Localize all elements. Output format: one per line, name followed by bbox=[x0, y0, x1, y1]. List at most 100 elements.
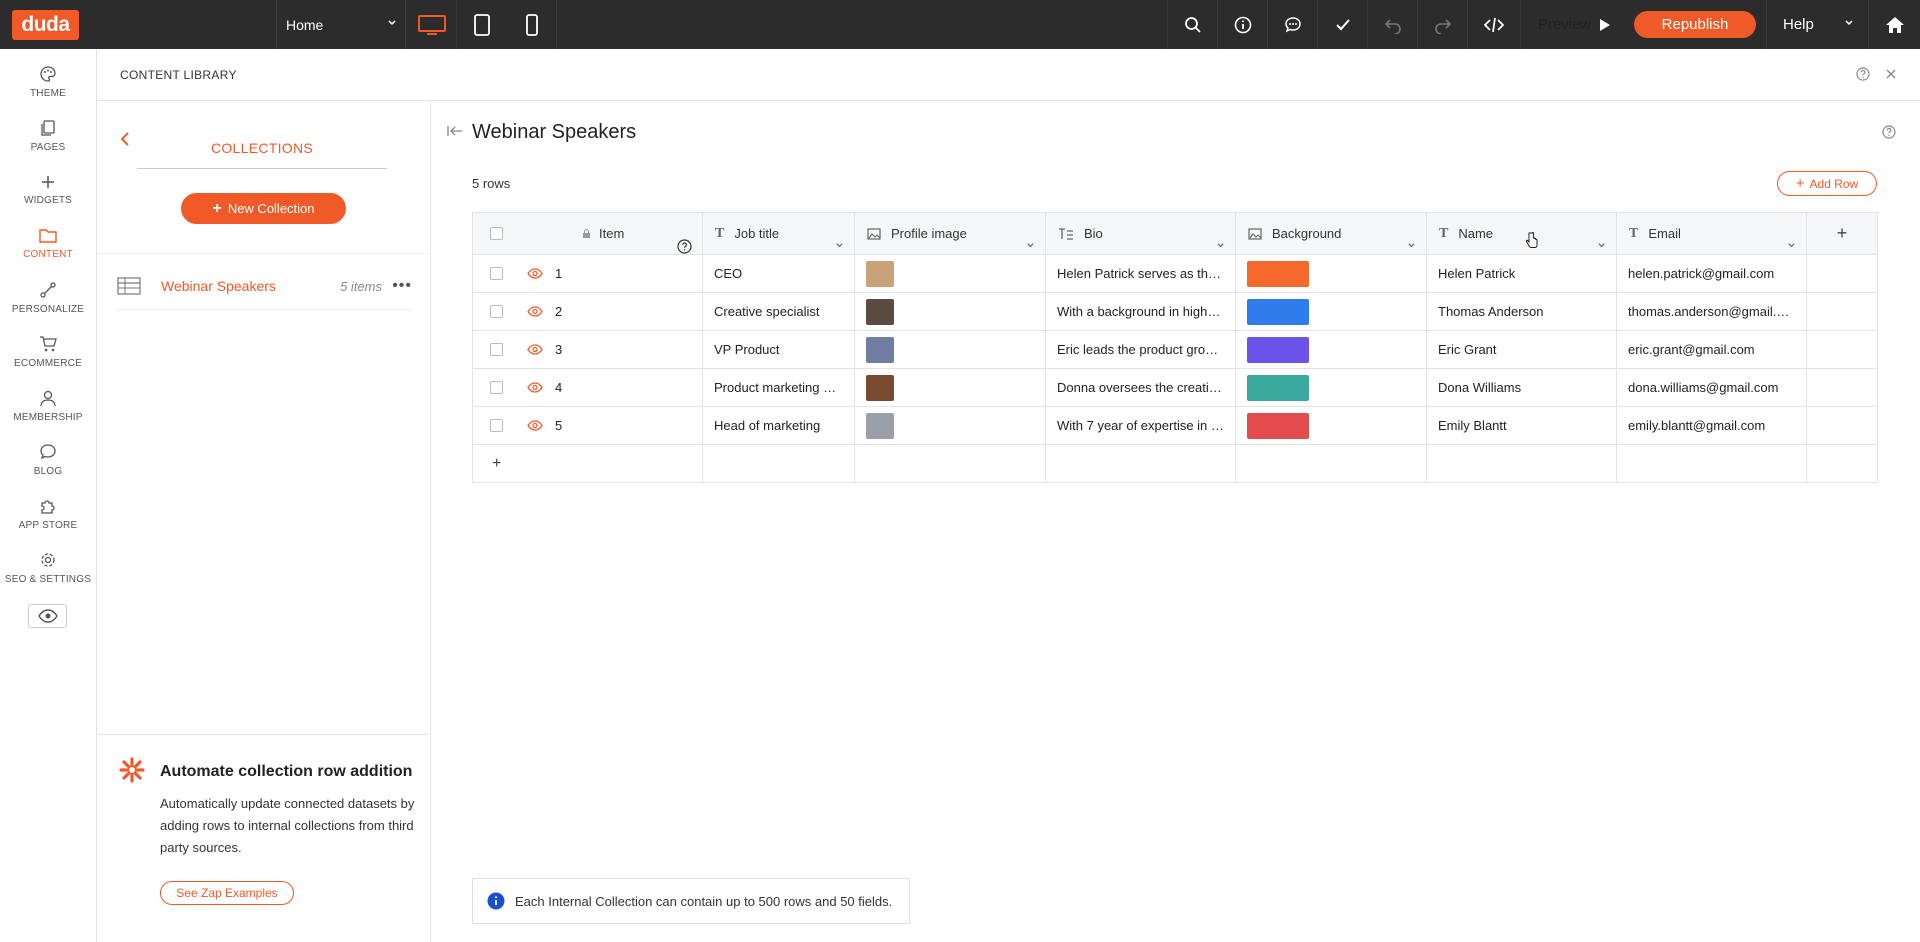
name-cell[interactable]: Emily Blantt bbox=[1426, 406, 1617, 445]
help-icon[interactable] bbox=[1856, 67, 1870, 81]
chevron-down-icon[interactable] bbox=[1216, 241, 1225, 250]
row-checkbox[interactable] bbox=[490, 419, 503, 432]
row-checkbox[interactable] bbox=[490, 343, 503, 356]
table-row[interactable]: 3 VP Product Eric leads the product grou… bbox=[472, 330, 1878, 369]
background-cell[interactable] bbox=[1235, 254, 1427, 293]
profile-image-cell[interactable] bbox=[854, 330, 1046, 369]
chevron-down-icon[interactable] bbox=[1787, 241, 1796, 250]
job-title-cell[interactable]: CEO bbox=[702, 254, 855, 293]
row-checkbox[interactable] bbox=[490, 305, 503, 318]
row-checkbox[interactable] bbox=[490, 267, 503, 280]
help-icon[interactable] bbox=[677, 239, 692, 254]
nav-content[interactable]: CONTENT bbox=[0, 217, 96, 271]
chevron-down-icon[interactable] bbox=[1026, 241, 1035, 250]
nav-personalize[interactable]: PERSONALIZE bbox=[0, 271, 96, 325]
table-row[interactable]: 2 Creative specialist With a background … bbox=[472, 292, 1878, 331]
tablet-view-button[interactable] bbox=[457, 0, 507, 49]
nav-membership[interactable]: MEMBERSHIP bbox=[0, 379, 96, 433]
comments-button[interactable] bbox=[1267, 0, 1317, 49]
nav-widgets[interactable]: WIDGETS bbox=[0, 163, 96, 217]
nav-seo-settings[interactable]: SEO & SETTINGS bbox=[0, 541, 96, 595]
eye-icon[interactable] bbox=[527, 268, 543, 279]
column-header-email[interactable]: T Email bbox=[1616, 212, 1807, 255]
eye-icon[interactable] bbox=[527, 306, 543, 317]
add-row-button[interactable]: + Add Row bbox=[1777, 171, 1877, 196]
close-icon[interactable] bbox=[1884, 67, 1898, 81]
item-cell[interactable]: 1 bbox=[472, 254, 703, 293]
undo-button[interactable] bbox=[1367, 0, 1417, 49]
email-cell[interactable]: emily.blantt@gmail.com bbox=[1616, 406, 1807, 445]
column-header-background[interactable]: Background bbox=[1235, 212, 1427, 255]
nav-app-store[interactable]: APP STORE bbox=[0, 487, 96, 541]
eye-icon[interactable] bbox=[527, 382, 543, 393]
new-collection-button[interactable]: + New Collection bbox=[181, 193, 346, 224]
redo-button[interactable] bbox=[1417, 0, 1467, 49]
eye-icon[interactable] bbox=[527, 420, 543, 431]
profile-image-cell[interactable] bbox=[854, 368, 1046, 407]
more-options-icon[interactable]: ••• bbox=[392, 277, 412, 295]
column-header-profile-image[interactable]: Profile image bbox=[854, 212, 1046, 255]
chevron-down-icon[interactable] bbox=[835, 241, 844, 250]
info-button[interactable] bbox=[1217, 0, 1267, 49]
profile-image-cell[interactable] bbox=[854, 292, 1046, 331]
profile-image-cell[interactable] bbox=[854, 254, 1046, 293]
add-row-plus[interactable]: + bbox=[472, 444, 703, 483]
job-title-cell[interactable]: VP Product bbox=[702, 330, 855, 369]
item-cell[interactable]: 3 bbox=[472, 330, 703, 369]
nav-blog[interactable]: BLOG bbox=[0, 433, 96, 487]
job-title-cell[interactable]: Creative specialist bbox=[702, 292, 855, 331]
eye-icon[interactable] bbox=[527, 344, 543, 355]
bio-cell[interactable]: With a background in high-end creative w… bbox=[1045, 292, 1236, 331]
add-row-line[interactable]: + bbox=[472, 444, 1878, 483]
select-all-checkbox[interactable] bbox=[490, 227, 503, 240]
nav-pages[interactable]: PAGES bbox=[0, 109, 96, 163]
item-cell[interactable]: 5 bbox=[472, 406, 703, 445]
background-cell[interactable] bbox=[1235, 406, 1427, 445]
row-checkbox[interactable] bbox=[490, 381, 503, 394]
checklist-button[interactable] bbox=[1317, 0, 1367, 49]
name-cell[interactable]: Dona Williams bbox=[1426, 368, 1617, 407]
job-title-cell[interactable]: Head of marketing bbox=[702, 406, 855, 445]
home-button[interactable] bbox=[1868, 0, 1920, 49]
nav-theme[interactable]: THEME bbox=[0, 55, 96, 109]
table-row[interactable]: 5 Head of marketing With 7 year of exper… bbox=[472, 406, 1878, 445]
column-header-job-title[interactable]: T Job title bbox=[702, 212, 855, 255]
bio-cell[interactable]: With 7 year of expertise in marketing bbox=[1045, 406, 1236, 445]
help-menu[interactable]: Help bbox=[1766, 0, 1862, 49]
desktop-view-button[interactable] bbox=[407, 0, 457, 49]
background-cell[interactable] bbox=[1235, 330, 1427, 369]
item-cell[interactable]: 4 bbox=[472, 368, 703, 407]
see-zap-examples-button[interactable]: See Zap Examples bbox=[160, 881, 294, 905]
collection-item[interactable]: Webinar Speakers 5 items ••• bbox=[117, 269, 412, 303]
background-cell[interactable] bbox=[1235, 292, 1427, 331]
column-header-item[interactable]: Item bbox=[472, 212, 703, 255]
republish-button[interactable]: Republish bbox=[1634, 11, 1756, 38]
chevron-down-icon[interactable] bbox=[1597, 241, 1606, 250]
column-header-bio[interactable]: Bio bbox=[1045, 212, 1236, 255]
email-cell[interactable]: eric.grant@gmail.com bbox=[1616, 330, 1807, 369]
chevron-down-icon[interactable] bbox=[1407, 241, 1416, 250]
preview-toggle-button[interactable] bbox=[28, 604, 67, 628]
duda-logo[interactable]: duda bbox=[12, 9, 79, 40]
page-selector[interactable]: Home bbox=[276, 0, 406, 49]
background-cell[interactable] bbox=[1235, 368, 1427, 407]
name-cell[interactable]: Eric Grant bbox=[1426, 330, 1617, 369]
profile-image-cell[interactable] bbox=[854, 406, 1046, 445]
name-cell[interactable]: Thomas Anderson bbox=[1426, 292, 1617, 331]
job-title-cell[interactable]: Product marketing manager bbox=[702, 368, 855, 407]
email-cell[interactable]: thomas.anderson@gmail.com bbox=[1616, 292, 1807, 331]
mobile-view-button[interactable] bbox=[507, 0, 557, 49]
add-column-button[interactable]: + bbox=[1806, 212, 1878, 255]
bio-cell[interactable]: Eric leads the product group across the … bbox=[1045, 330, 1236, 369]
table-row[interactable]: 4 Product marketing manager Donna overse… bbox=[472, 368, 1878, 407]
nav-ecommerce[interactable]: ECOMMERCE bbox=[0, 325, 96, 379]
developer-mode-button[interactable] bbox=[1467, 0, 1520, 49]
bio-cell[interactable]: Helen Patrick serves as the Chief Execut… bbox=[1045, 254, 1236, 293]
column-header-name[interactable]: T Name bbox=[1426, 212, 1617, 255]
email-cell[interactable]: dona.williams@gmail.com bbox=[1616, 368, 1807, 407]
email-cell[interactable]: helen.patrick@gmail.com bbox=[1616, 254, 1807, 293]
collapse-panel-icon[interactable] bbox=[447, 125, 463, 137]
item-cell[interactable]: 2 bbox=[472, 292, 703, 331]
bio-cell[interactable]: Donna oversees the creative direction bbox=[1045, 368, 1236, 407]
table-row[interactable]: 1 CEO Helen Patrick serves as the Chief … bbox=[472, 254, 1878, 293]
